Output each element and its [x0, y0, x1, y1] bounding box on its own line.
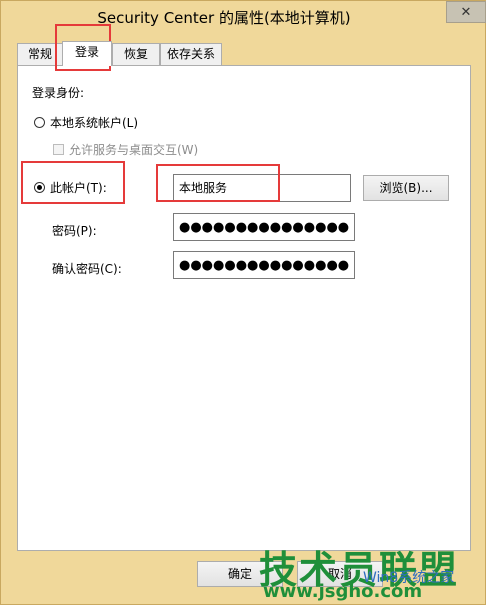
tab-recovery-label: 恢复 [123, 47, 148, 61]
this-account-radio[interactable] [34, 182, 45, 193]
allow-interact-checkbox[interactable] [53, 144, 64, 155]
tab-general-label: 常规 [27, 47, 52, 61]
confirm-password-input[interactable]: ●●●●●●●●●●●●●●● [173, 251, 355, 279]
confirm-password-label: 确认密码(C): [52, 262, 122, 276]
window-title: Security Center 的属性(本地计算机) [97, 9, 351, 27]
tab-general[interactable]: 常规 [17, 43, 63, 65]
properties-window: Security Center 的属性(本地计算机) ✕ 常规 登录 恢复 依存… [0, 0, 486, 605]
local-system-label[interactable]: 本地系统帐户(L) [50, 114, 138, 131]
browse-button[interactable]: 浏览(B)... [363, 175, 449, 201]
logon-panel: 登录身份: 本地系统帐户(L) 允许服务与桌面交互(W) 此帐户(T): 本地服… [17, 65, 471, 551]
local-system-radio[interactable] [34, 117, 45, 128]
password-input[interactable]: ●●●●●●●●●●●●●●● [173, 213, 355, 241]
logon-as-label: 登录身份: [32, 86, 85, 100]
tab-logon-label: 登录 [74, 45, 99, 59]
title-bar: Security Center 的属性(本地计算机) ✕ [1, 1, 486, 31]
confirm-password-value: ●●●●●●●●●●●●●●● [179, 258, 350, 273]
account-value: 本地服务 [179, 181, 228, 195]
watermark-url: www.jsgho.com [263, 581, 423, 602]
tab-dependencies[interactable]: 依存关系 [160, 43, 222, 65]
tab-logon[interactable]: 登录 [62, 41, 112, 66]
tab-recovery[interactable]: 恢复 [112, 43, 160, 65]
close-button[interactable]: ✕ [446, 1, 486, 23]
tab-dependencies-label: 依存关系 [166, 47, 215, 61]
close-icon: ✕ [460, 4, 472, 20]
password-label: 密码(P): [52, 224, 97, 238]
account-input[interactable]: 本地服务 [173, 174, 351, 202]
allow-interact-label: 允许服务与桌面交互(W) [69, 143, 199, 157]
this-account-label[interactable]: 此帐户(T): [50, 179, 107, 196]
password-value: ●●●●●●●●●●●●●●● [179, 220, 350, 235]
